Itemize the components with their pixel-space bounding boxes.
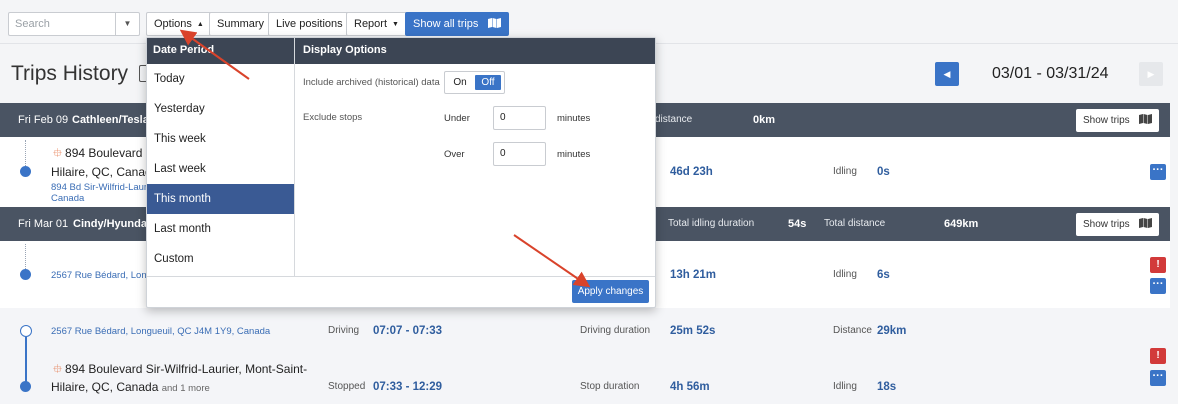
arrow-to-apply (513, 234, 591, 288)
arrow-to-options (179, 29, 250, 80)
annotation-arrows (179, 29, 591, 288)
